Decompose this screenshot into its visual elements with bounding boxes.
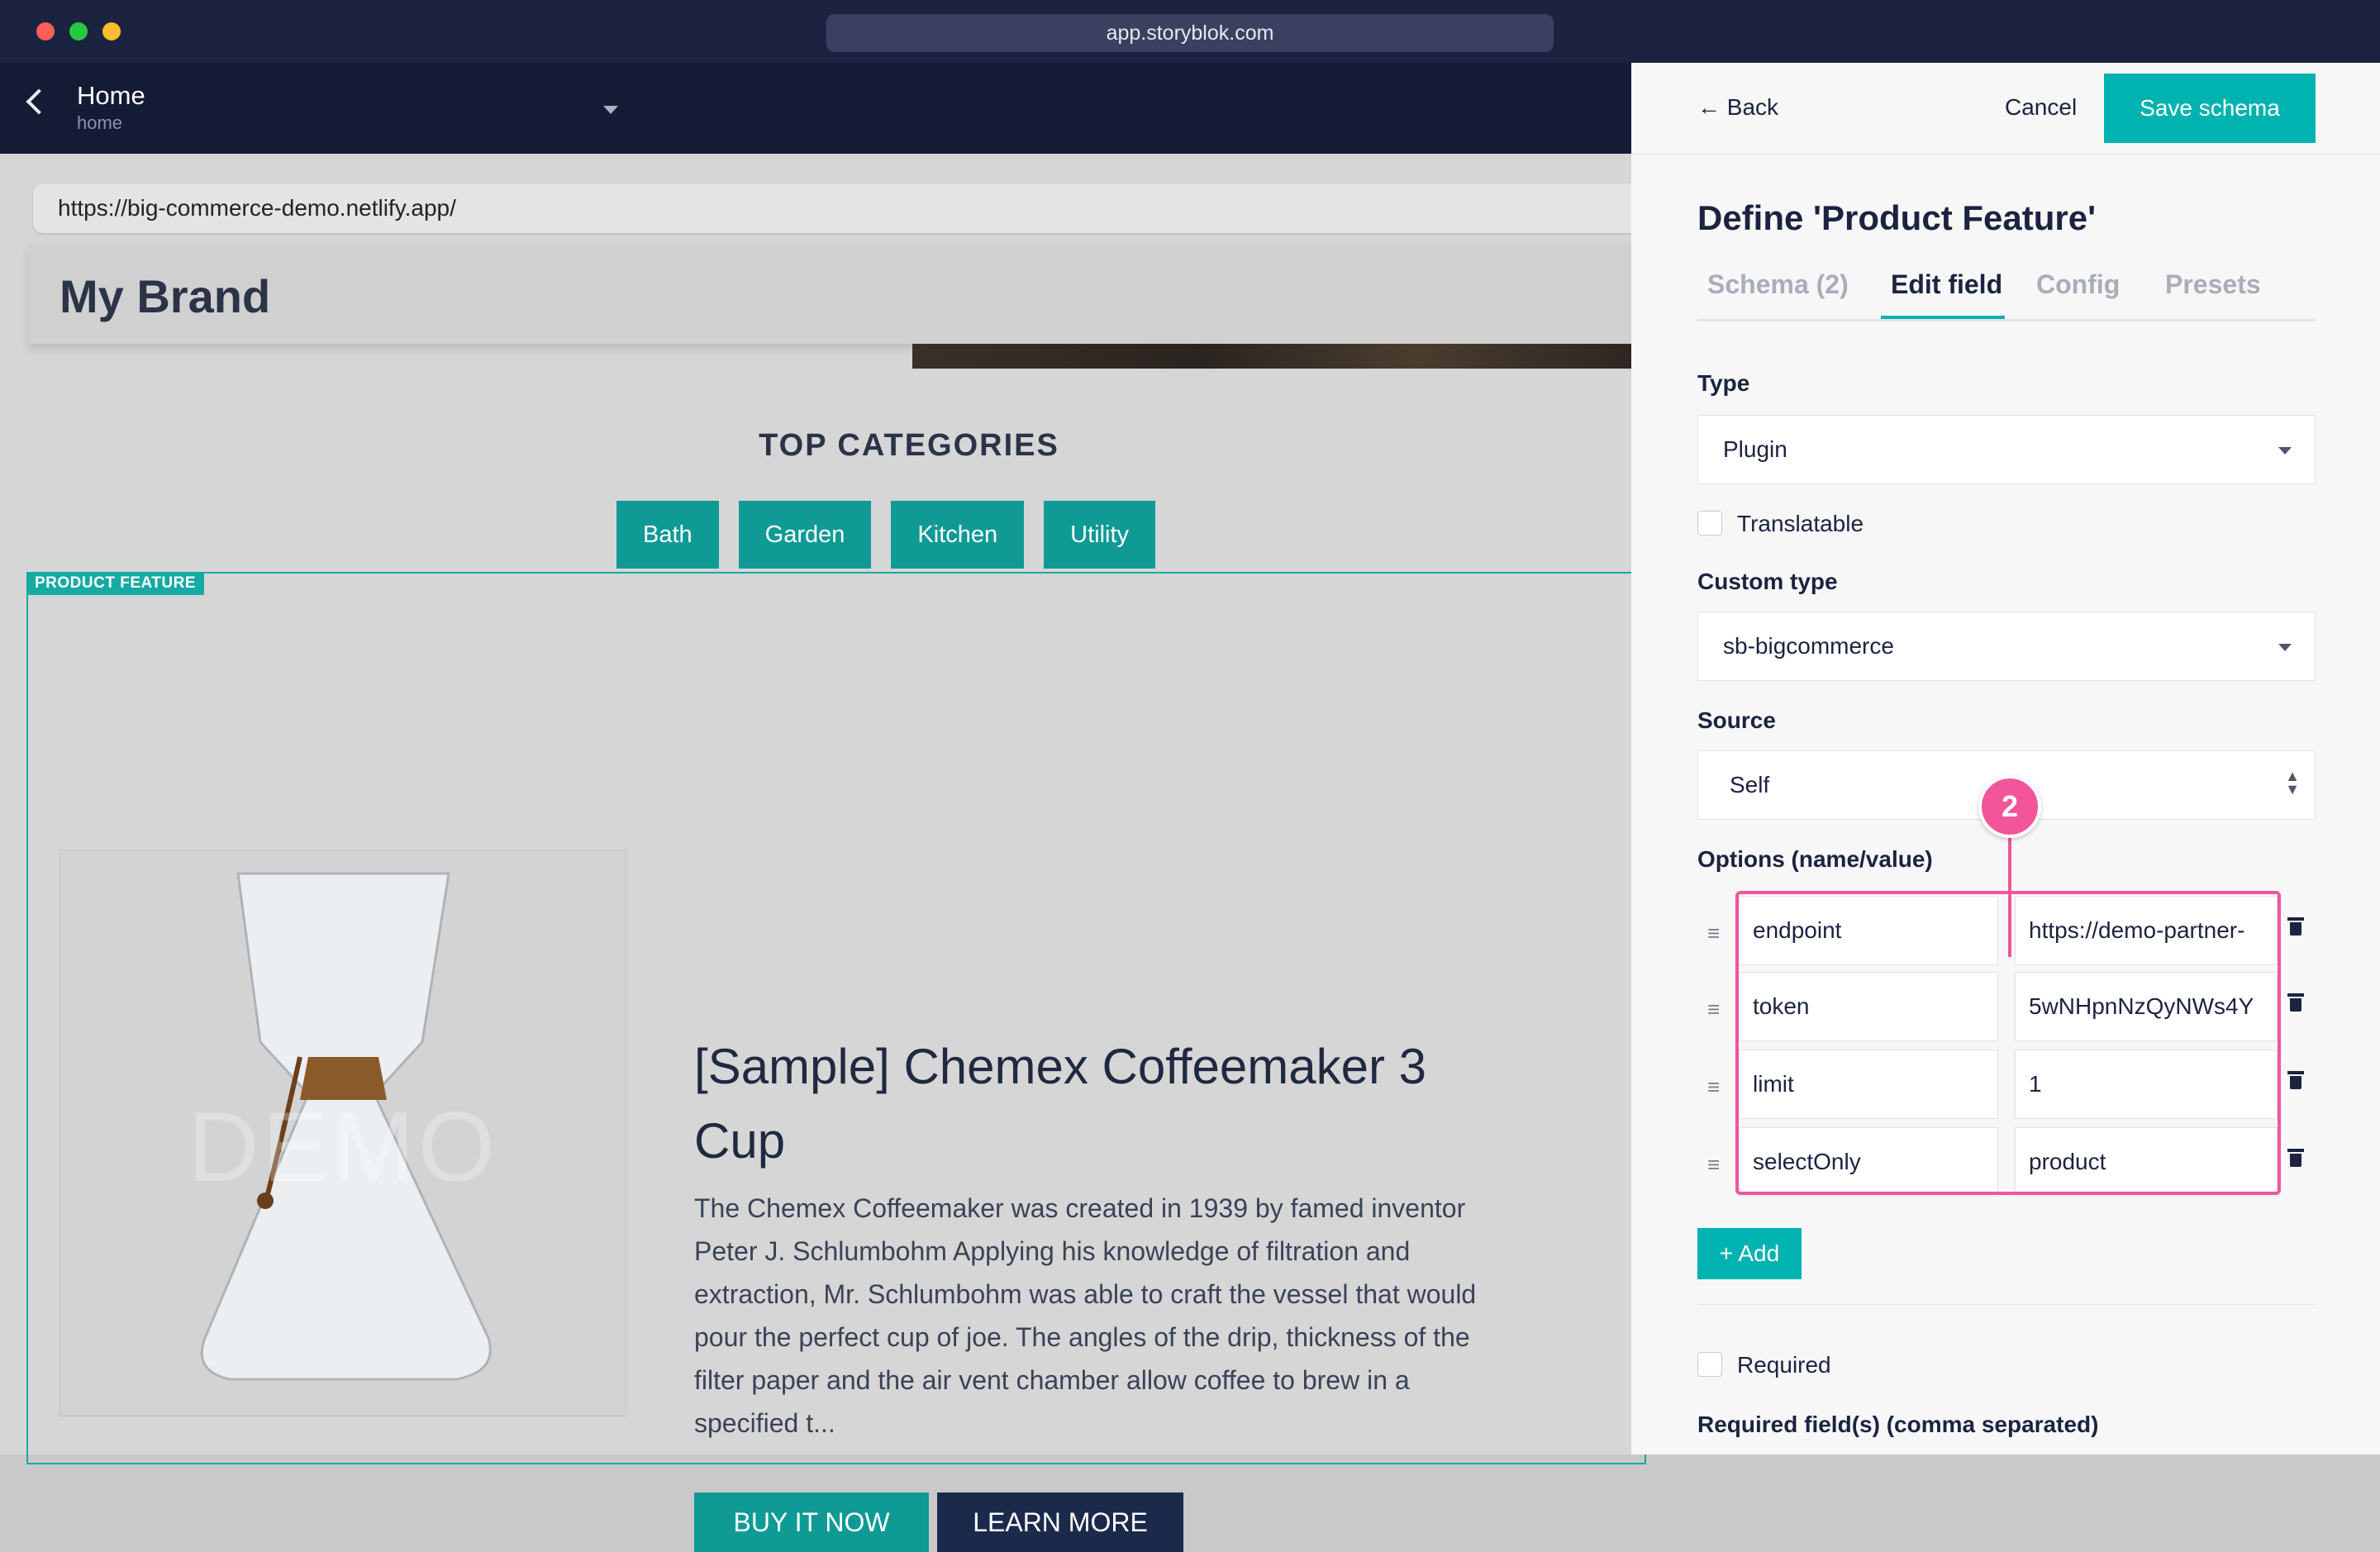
translatable-checkbox[interactable]	[1697, 511, 1722, 536]
panel-title: Define 'Product Feature'	[1697, 198, 2097, 237]
block-tag: PRODUCT FEATURE	[26, 572, 205, 595]
learn-more-button[interactable]: LEARN MORE	[937, 1492, 1183, 1552]
sort-arrows-icon: ▲ ▼	[2285, 768, 2300, 797]
divider	[1697, 1304, 2316, 1305]
source-value: Self	[1730, 772, 1770, 797]
step-marker: 2	[1978, 775, 2041, 838]
options-label: Options (name/value)	[1697, 846, 1933, 872]
drag-handle-icon[interactable]: ≡	[1707, 921, 1720, 946]
chevron-down-icon	[2278, 644, 2292, 651]
category-garden-button[interactable]: Garden	[738, 501, 872, 569]
schema-tabs: Schema (2) Edit field Config Presets	[1697, 269, 2316, 321]
type-label: Type	[1697, 370, 1750, 396]
story-slug: home	[77, 112, 123, 133]
type-value: Plugin	[1723, 436, 1787, 462]
story-title[interactable]: Home	[77, 81, 145, 111]
translatable-label: Translatable	[1737, 511, 1864, 536]
add-option-button[interactable]: + Add	[1697, 1228, 1802, 1279]
brand-logo[interactable]: My Brand	[60, 269, 270, 323]
chevron-down-icon[interactable]	[603, 106, 618, 114]
tab-config[interactable]: Config	[2036, 269, 2120, 319]
category-buttons: Bath Garden Kitchen Utility	[616, 501, 1156, 569]
cancel-button[interactable]: Cancel	[2005, 94, 2077, 121]
save-schema-button[interactable]: Save schema	[2104, 74, 2316, 143]
drag-handle-icon[interactable]: ≡	[1707, 1152, 1720, 1178]
address-bar[interactable]: app.storyblok.com	[826, 14, 1554, 52]
window-titlebar: app.storyblok.com	[0, 0, 2380, 63]
back-button[interactable]: ← Back	[1697, 94, 1778, 121]
trash-icon[interactable]	[2287, 1149, 2304, 1169]
custom-type-label: Custom type	[1697, 569, 1838, 594]
step-marker-connector	[2008, 838, 2011, 957]
zoom-window-icon[interactable]	[69, 22, 88, 40]
trash-icon[interactable]	[2287, 917, 2304, 937]
source-label: Source	[1697, 707, 1776, 733]
type-select[interactable]: Plugin	[1697, 415, 2316, 484]
schema-editor-panel: ← Back Cancel Save schema Define 'Produc…	[1631, 63, 2380, 1454]
category-utility-button[interactable]: Utility	[1044, 501, 1156, 569]
required-label: Required	[1737, 1352, 1831, 1378]
drag-handle-icon[interactable]: ≡	[1707, 997, 1720, 1022]
required-fields-label: Required field(s) (comma separated)	[1697, 1412, 2099, 1437]
panel-toolbar: ← Back Cancel Save schema	[1631, 63, 2380, 155]
custom-type-select[interactable]: sb-bigcommerce	[1697, 612, 2316, 681]
product-description: The Chemex Coffeemaker was created in 19…	[694, 1193, 1477, 1438]
tab-edit-field[interactable]: Edit field	[1881, 269, 2005, 319]
buy-it-now-button[interactable]: BUY IT NOW	[694, 1492, 929, 1552]
category-kitchen-button[interactable]: Kitchen	[891, 501, 1025, 569]
trash-icon[interactable]	[2287, 993, 2304, 1013]
trash-icon[interactable]	[2287, 1071, 2304, 1091]
category-bath-button[interactable]: Bath	[616, 501, 719, 569]
product-image: DEMO	[60, 850, 626, 1416]
preview-url-bar[interactable]: https://big-commerce-demo.netlify.app/	[33, 183, 1653, 233]
minimize-window-icon[interactable]	[102, 22, 121, 40]
drag-handle-icon[interactable]: ≡	[1707, 1074, 1720, 1100]
categories-heading: TOP CATEGORIES	[759, 428, 1059, 463]
demo-watermark: DEMO	[188, 1092, 498, 1202]
chevron-down-icon	[2278, 447, 2292, 455]
custom-type-value: sb-bigcommerce	[1723, 633, 1894, 659]
tab-presets[interactable]: Presets	[2165, 269, 2261, 319]
product-title[interactable]: [Sample] Chemex Coffeemaker 3 Cup	[694, 1030, 1479, 1178]
close-window-icon[interactable]	[36, 22, 55, 40]
site-header: My Brand	[28, 245, 1631, 344]
hero-image	[912, 344, 1631, 369]
chevron-left-icon[interactable]	[26, 88, 52, 115]
visual-preview: https://big-commerce-demo.netlify.app/ M…	[0, 154, 1653, 1552]
required-checkbox[interactable]	[1697, 1352, 1722, 1377]
tab-schema[interactable]: Schema (2)	[1707, 269, 1849, 319]
app-header: Home home	[0, 63, 1631, 154]
